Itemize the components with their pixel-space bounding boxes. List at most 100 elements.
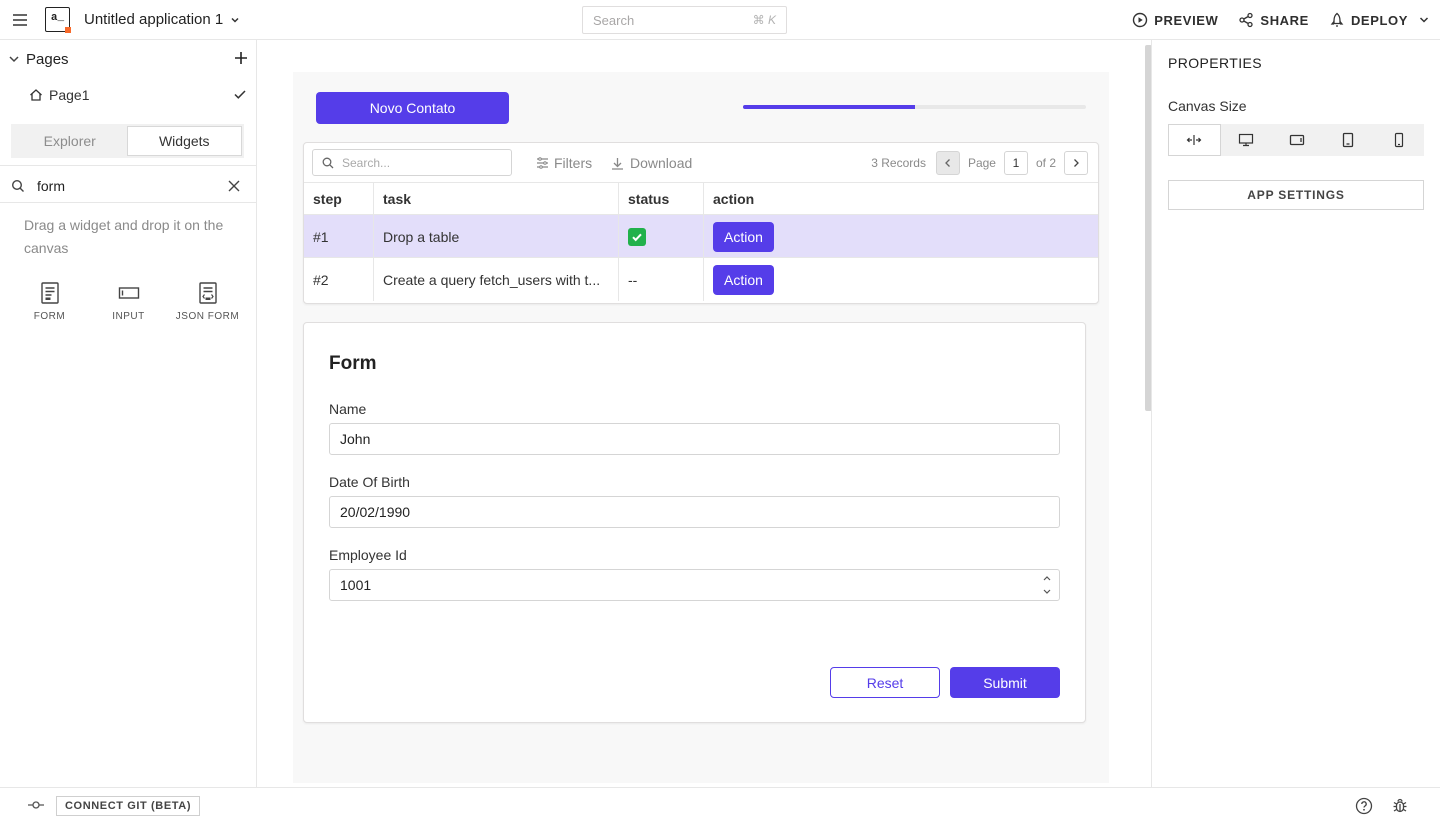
global-search-input[interactable]: Search ⌘ K xyxy=(582,6,787,34)
widget-card-form[interactable]: FORM xyxy=(10,282,89,325)
bug-icon[interactable] xyxy=(1391,797,1409,815)
add-page-plus-icon[interactable] xyxy=(234,51,248,65)
app-canvas[interactable]: Novo Contato Search... Filters Download … xyxy=(293,72,1109,783)
table-toolbar: Search... Filters Download 3 Records Pag… xyxy=(304,143,1098,183)
app-logo[interactable]: a_ xyxy=(45,7,71,33)
widget-search-input[interactable]: form xyxy=(0,169,256,203)
date-of-birth-input[interactable]: 20/02/1990 xyxy=(329,496,1060,528)
desktop-icon[interactable] xyxy=(1221,124,1272,156)
sidebar-tabs: Explorer Widgets xyxy=(11,124,244,158)
canvas-size-label: Canvas Size xyxy=(1168,98,1247,114)
cell-action: Action xyxy=(704,215,1098,258)
app-title-menu[interactable]: Untitled application 1 xyxy=(84,11,241,28)
form-widget[interactable]: Form Name John Date Of Birth 20/02/1990 … xyxy=(303,322,1086,723)
page-item-page1[interactable]: Page1 xyxy=(0,81,256,109)
cell-task: Create a query fetch_users with t... xyxy=(374,258,619,301)
widget-card-label: FORM xyxy=(33,311,66,322)
help-icon[interactable] xyxy=(1355,797,1373,815)
progress-fill xyxy=(743,105,915,109)
preview-button[interactable]: PREVIEW xyxy=(1122,12,1228,28)
reset-button[interactable]: Reset xyxy=(830,667,940,698)
page-label: Page xyxy=(967,156,996,170)
share-icon xyxy=(1238,12,1254,28)
app-title: Untitled application 1 xyxy=(84,11,224,28)
column-header-action[interactable]: action xyxy=(704,183,1098,215)
deploy-button[interactable]: DEPLOY xyxy=(1319,12,1418,28)
bottom-bar: CONNECT GIT (BETA) xyxy=(0,787,1440,821)
widget-card-json-form[interactable]: JSON FORM xyxy=(168,282,247,325)
connect-git-button[interactable]: CONNECT GIT (BETA) xyxy=(56,796,201,816)
progress-bar xyxy=(743,105,1086,109)
employee-id-value: 1001 xyxy=(340,577,372,593)
records-count: 3 Records xyxy=(871,156,926,170)
employee-id-label: Employee Id xyxy=(329,547,407,563)
tab-widgets[interactable]: Widgets xyxy=(126,126,242,156)
search-icon xyxy=(11,179,25,193)
next-page-button[interactable] xyxy=(1064,151,1088,175)
chevron-down-icon[interactable] xyxy=(8,53,20,65)
column-header-step[interactable]: step xyxy=(304,183,374,215)
canvas-size-selector xyxy=(1168,124,1424,156)
table-search-placeholder: Search... xyxy=(342,155,391,170)
cell-step: #1 xyxy=(304,215,374,258)
divider xyxy=(0,165,256,166)
tablet-icon[interactable] xyxy=(1322,124,1373,156)
filters-button[interactable]: Filters xyxy=(536,155,592,171)
action-button[interactable]: Action xyxy=(713,264,774,295)
cell-step: #2 xyxy=(304,258,374,301)
widget-card-label: JSON FORM xyxy=(175,311,240,322)
pages-header[interactable]: Pages xyxy=(0,40,256,78)
mobile-icon[interactable] xyxy=(1373,124,1424,156)
number-stepper-icon[interactable] xyxy=(1042,574,1052,596)
name-input[interactable]: John xyxy=(329,423,1060,455)
share-button[interactable]: SHARE xyxy=(1228,12,1319,28)
close-icon[interactable] xyxy=(227,179,241,193)
table-row[interactable]: #2 Create a query fetch_users with t... … xyxy=(304,258,1098,301)
check-icon xyxy=(233,87,247,101)
name-label: Name xyxy=(329,401,367,417)
home-icon xyxy=(29,88,43,102)
json-form-widget-icon xyxy=(198,282,217,304)
page-number-input[interactable]: 1 xyxy=(1003,151,1028,175)
filters-label: Filters xyxy=(554,155,593,171)
canvas-area: Novo Contato Search... Filters Download … xyxy=(257,40,1152,787)
deploy-options-chevron-icon[interactable] xyxy=(1418,14,1440,26)
column-header-status[interactable]: status xyxy=(619,183,704,215)
download-button[interactable]: Download xyxy=(611,155,692,171)
prev-page-button[interactable] xyxy=(935,151,960,175)
table-pagination: 3 Records Page 1 of 2 xyxy=(871,151,1088,175)
submit-button[interactable]: Submit xyxy=(950,667,1060,698)
page-total: of 2 xyxy=(1035,156,1056,170)
download-label: Download xyxy=(630,155,693,171)
tablet-landscape-icon[interactable] xyxy=(1272,124,1323,156)
drag-hint-text: Drag a widget and drop it on the canvas xyxy=(24,217,224,256)
hamburger-menu-icon[interactable] xyxy=(11,11,29,29)
table-search-input[interactable]: Search... xyxy=(312,149,512,176)
column-header-task[interactable]: task xyxy=(374,183,619,215)
rocket-icon xyxy=(1329,12,1345,28)
widget-card-input[interactable]: INPUT xyxy=(89,282,168,325)
input-widget-icon xyxy=(118,282,140,304)
form-widget-icon xyxy=(40,282,59,304)
table-row[interactable]: #1 Drop a table Action xyxy=(304,215,1098,258)
top-bar: a_ Untitled application 1 Search ⌘ K PRE… xyxy=(0,0,1440,40)
employee-id-input[interactable]: 1001 xyxy=(329,569,1060,601)
app-settings-button[interactable]: APP SETTINGS xyxy=(1168,180,1424,210)
cell-task: Drop a table xyxy=(374,215,619,258)
preview-label: PREVIEW xyxy=(1154,12,1219,28)
fluid-width-icon[interactable] xyxy=(1168,124,1221,156)
search-shortcut: ⌘ K xyxy=(752,13,776,27)
new-contact-button[interactable]: Novo Contato xyxy=(316,92,509,124)
data-table[interactable]: Search... Filters Download 3 Records Pag… xyxy=(303,142,1099,304)
check-mark-icon xyxy=(628,227,646,246)
properties-panel: PROPERTIES Canvas Size APP SETTINGS xyxy=(1152,40,1440,787)
date-of-birth-label: Date Of Birth xyxy=(329,474,410,490)
deploy-label: DEPLOY xyxy=(1350,12,1408,28)
action-button[interactable]: Action xyxy=(713,221,774,252)
cell-action: Action xyxy=(704,258,1098,301)
download-icon xyxy=(611,157,624,170)
tab-explorer[interactable]: Explorer xyxy=(13,126,127,156)
widget-card-label: INPUT xyxy=(112,311,145,322)
form-title: Form xyxy=(329,353,377,374)
play-circle-icon xyxy=(1132,12,1148,28)
